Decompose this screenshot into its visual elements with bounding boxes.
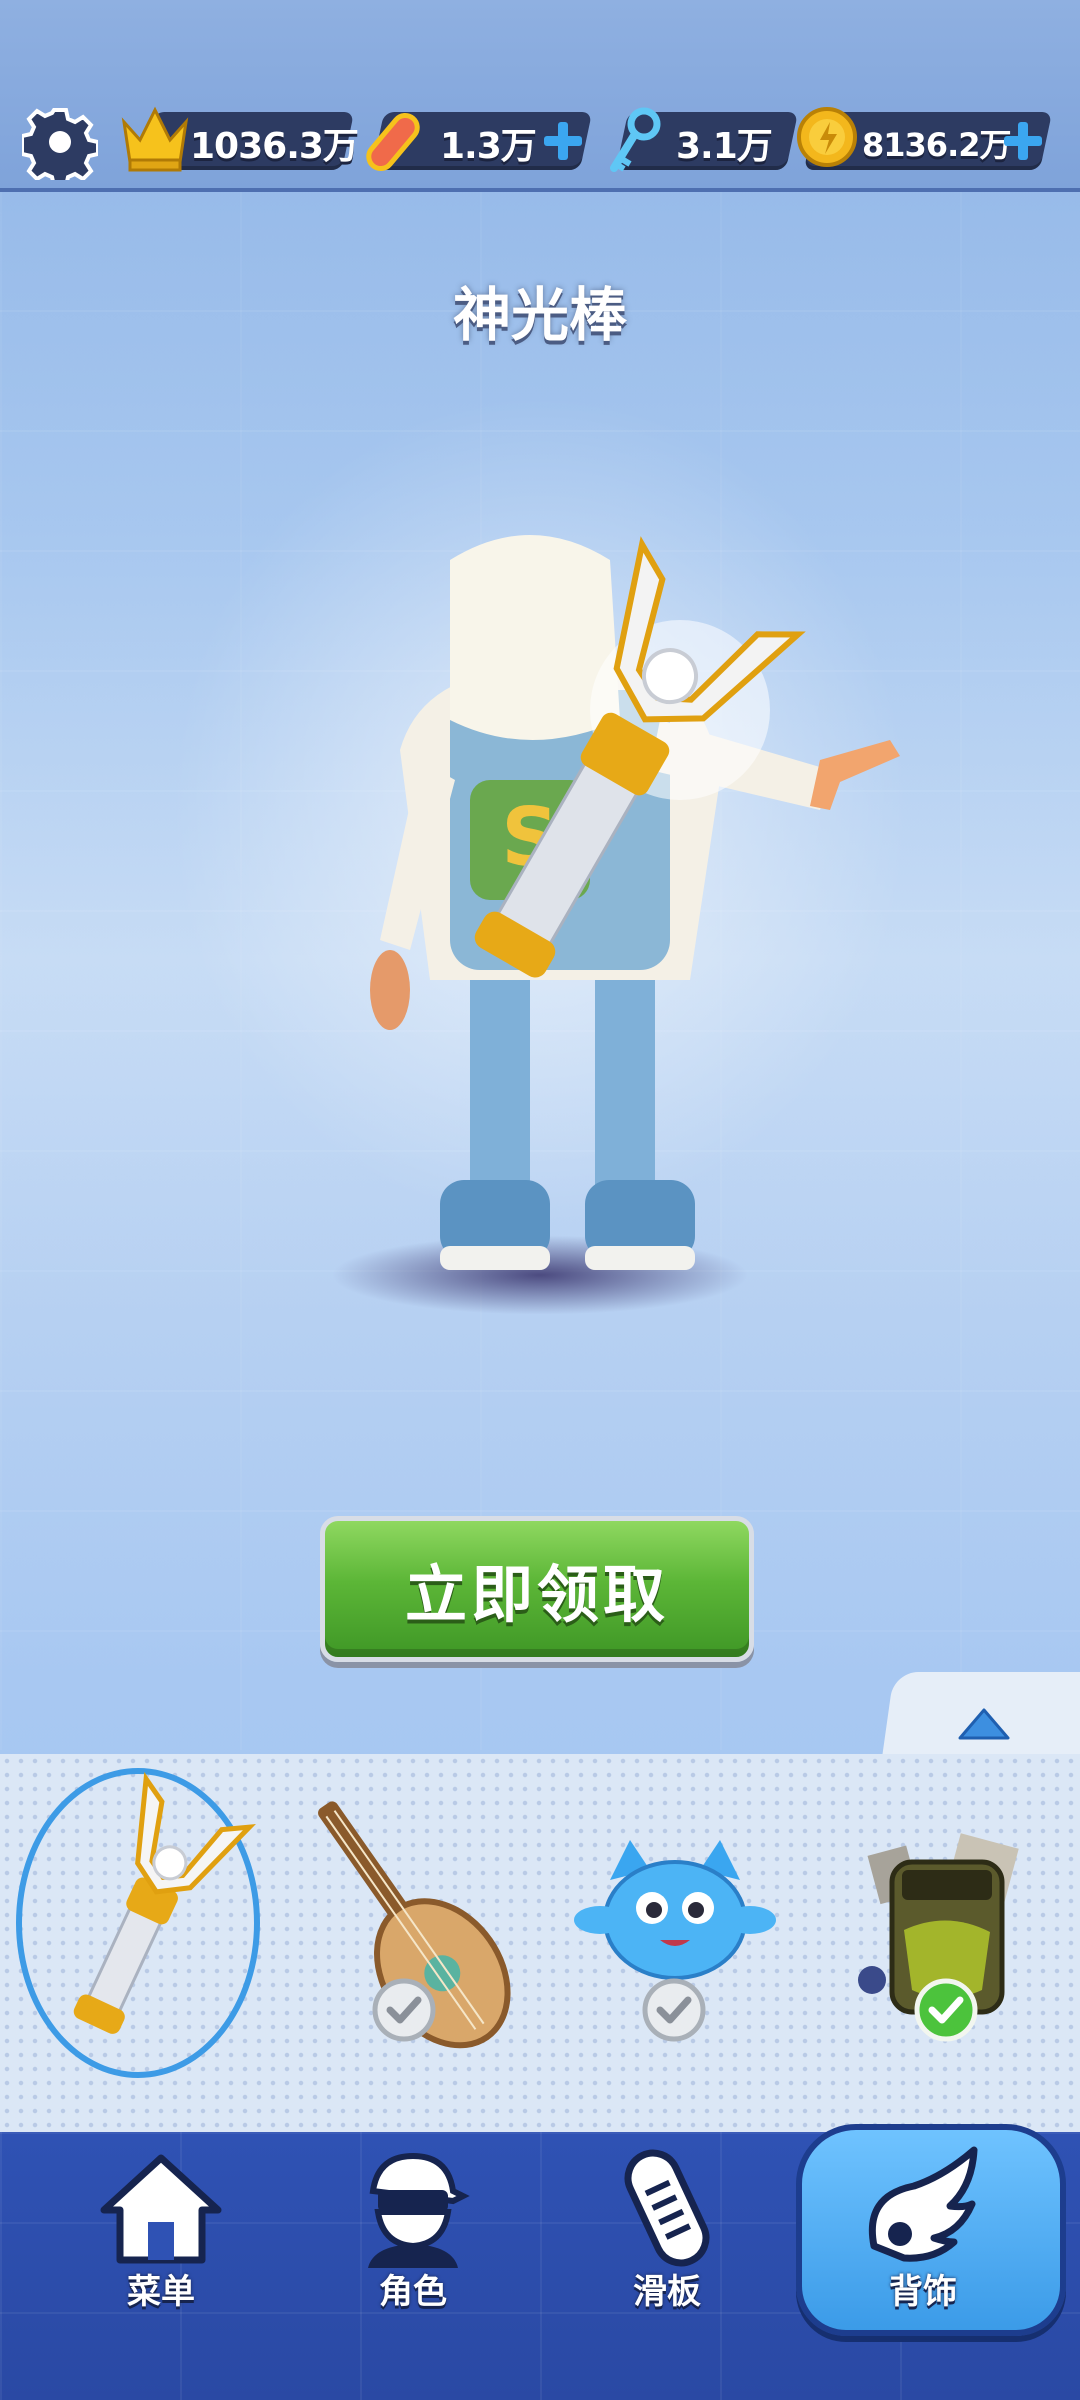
- key-icon: [610, 107, 661, 172]
- equipped-check-icon: [914, 1978, 978, 2042]
- chevron-up-icon[interactable]: [956, 1704, 1012, 1744]
- nav-item-character[interactable]: 角色: [298, 2140, 528, 2390]
- gear-icon[interactable]: [22, 104, 98, 180]
- nav-item-backpack-accessory[interactable]: 背饰: [808, 2140, 1038, 2390]
- owned-check-icon: [372, 1978, 436, 2042]
- nav-item-menu[interactable]: 菜单: [46, 2140, 276, 2390]
- add-hoverboards-plus-icon[interactable]: [540, 118, 586, 164]
- keys-value: 3.1万: [676, 126, 773, 167]
- hoverboard-value: 1.3万: [440, 126, 537, 167]
- nav-label-character: 角色: [379, 2272, 447, 2312]
- add-coins-plus-icon[interactable]: [1000, 118, 1046, 164]
- keys-stat: 3.1万: [676, 108, 773, 178]
- coin-icon: [797, 107, 857, 167]
- item-title: 神光棒: [452, 281, 627, 349]
- claim-now-label: 立即领取: [404, 1558, 669, 1631]
- hoverboard-icon: [366, 112, 420, 172]
- owned-check-icon: [642, 1978, 706, 2042]
- skateboard-icon: [624, 2149, 710, 2267]
- character-icon: [368, 2152, 470, 2268]
- score-stat: 1036.3万: [190, 108, 359, 178]
- nav-label-skateboard: 滑板: [633, 2272, 701, 2312]
- coins-stat: 8136.2万: [862, 108, 1011, 178]
- hoverboard-stat: 1.3万: [440, 108, 537, 178]
- nav-label-backpack-accessory: 背饰: [889, 2272, 957, 2312]
- crown-icon: [121, 106, 189, 172]
- tray-item-light-wand[interactable]: [26, 1770, 256, 2070]
- nav-label-menu: 菜单: [127, 2272, 195, 2312]
- home-icon: [100, 2154, 222, 2264]
- wings-icon: [868, 2146, 978, 2262]
- score-value: 1036.3万: [190, 126, 359, 167]
- claim-now-button[interactable]: 立即领取: [320, 1516, 754, 1662]
- coins-value: 8136.2万: [862, 126, 1011, 164]
- nav-item-skateboard[interactable]: 滑板: [552, 2140, 782, 2390]
- character-preview[interactable]: S: [360, 520, 900, 1320]
